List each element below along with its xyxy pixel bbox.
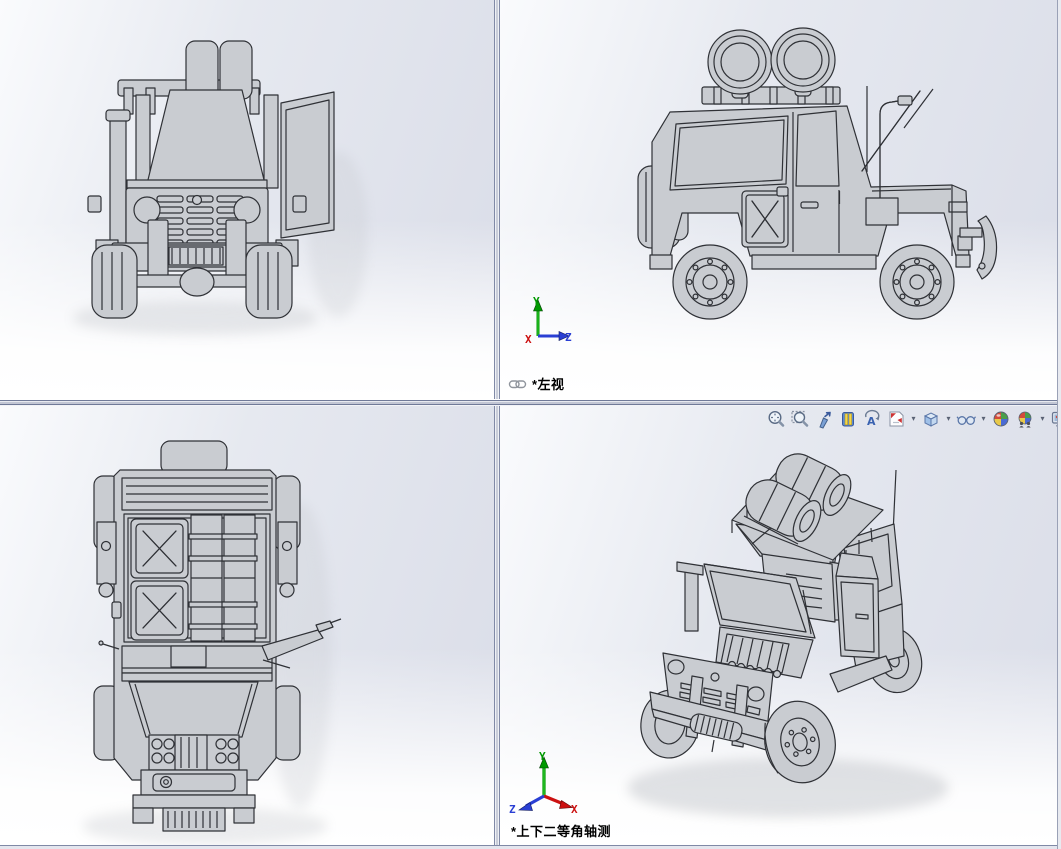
hide-show-items-dropdown[interactable]: ▾ <box>979 408 988 430</box>
display-style-dropdown[interactable]: ▾ <box>944 408 953 430</box>
view-orientation-button[interactable] <box>885 408 907 430</box>
previous-view-icon <box>819 411 831 429</box>
view-orientation-icon <box>889 411 904 427</box>
side-view-drawing <box>637 27 998 320</box>
front-view-pane[interactable] <box>0 0 494 399</box>
view-label: *上下二等角轴测 <box>511 821 611 840</box>
axis-z-label: Z <box>509 803 516 814</box>
view-orientation-dropdown[interactable]: ▾ <box>909 408 918 430</box>
display-style-button[interactable] <box>920 408 942 430</box>
apply-scene-button[interactable] <box>1014 408 1036 430</box>
top-view-drawing <box>84 440 342 843</box>
axis-y-label: Y <box>539 750 546 763</box>
zoom-to-fit-button[interactable] <box>765 408 787 430</box>
isometric-view-drawing <box>629 453 947 816</box>
previous-view-button[interactable] <box>813 408 835 430</box>
axis-z-label: Z <box>565 331 572 344</box>
display-style-icon <box>923 412 939 427</box>
view-label: *左视 <box>508 374 565 393</box>
hide-show-items-icon <box>956 416 976 425</box>
side-view-axis-triad: Y Z X <box>525 296 572 346</box>
view-label-text: *左视 <box>532 377 565 392</box>
horizontal-splitter[interactable] <box>0 399 1061 406</box>
bottom-border <box>0 845 1061 849</box>
apply-scene-dropdown[interactable]: ▾ <box>1038 408 1047 430</box>
section-view-icon <box>842 412 854 427</box>
edit-appearance-button[interactable] <box>990 408 1012 430</box>
3d-drawing-view-button[interactable]: A <box>861 408 883 430</box>
isometric-view-axis-triad: Y X Z <box>509 750 578 814</box>
edit-appearance-icon <box>993 411 1009 427</box>
front-view-drawing <box>74 40 365 333</box>
linked-views-icon <box>508 379 527 388</box>
axis-x-label: X <box>525 333 532 346</box>
isometric-view-pane[interactable]: A ▾ ▾ ▾ ▾ Y X Z *上下二等角轴测 <box>500 406 1061 845</box>
zoom-to-fit-icon <box>768 410 785 427</box>
heads-up-toolbar: A ▾ ▾ ▾ ▾ <box>765 408 1061 430</box>
cad-graphics-area: { "panes": { "top_right": { "view_label"… <box>0 0 1061 849</box>
side-view-pane[interactable]: Y Z X *左视 <box>500 0 1061 399</box>
zoom-to-area-button[interactable] <box>789 408 811 430</box>
top-view-pane[interactable] <box>0 406 494 845</box>
view-label-text: *上下二等角轴测 <box>511 824 612 839</box>
axis-x-label: X <box>571 803 578 814</box>
svg-text:A: A <box>867 415 876 428</box>
hide-show-items-button[interactable] <box>955 408 977 430</box>
axis-y-label: Y <box>533 296 540 308</box>
3d-drawing-view-icon: A <box>865 409 880 428</box>
vertical-splitter[interactable] <box>494 0 500 849</box>
section-view-button[interactable] <box>837 408 859 430</box>
right-border <box>1057 0 1061 849</box>
zoom-to-area-icon <box>791 410 809 427</box>
apply-scene-icon <box>1018 411 1032 428</box>
